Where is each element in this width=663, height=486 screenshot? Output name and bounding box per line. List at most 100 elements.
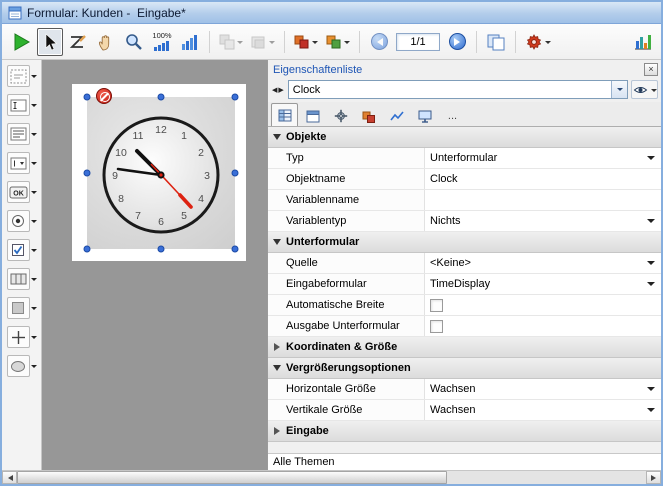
selection-handle[interactable] [84, 94, 91, 101]
label-tool-button[interactable] [7, 65, 30, 87]
group-koordinaten-groesse[interactable]: Koordinaten & Größe [268, 337, 661, 358]
line-tool-button[interactable] [7, 326, 30, 348]
tab-settings[interactable] [327, 105, 354, 126]
settings-menu-button[interactable] [522, 28, 554, 56]
text-editor-tool-button[interactable] [7, 123, 30, 145]
scrollbar-thumb[interactable] [17, 471, 447, 484]
selection-handle[interactable] [232, 246, 239, 253]
pages-button[interactable] [483, 28, 509, 56]
scroll-left-button[interactable] [2, 471, 17, 484]
tab-events[interactable] [383, 105, 410, 126]
property-value: TimeDisplay [430, 278, 490, 290]
radio-button-tool-button[interactable] [7, 210, 30, 232]
chevron-down-icon[interactable] [31, 191, 37, 197]
group-unterformular[interactable]: Unterformular [268, 232, 661, 253]
chevron-down-icon[interactable] [31, 336, 37, 342]
button-group-tool-button[interactable] [7, 268, 30, 290]
selection-handle[interactable] [84, 246, 91, 253]
chevron-down-icon[interactable] [647, 408, 655, 416]
push-button-tool-button[interactable]: OK [7, 181, 30, 203]
frame-tool-button[interactable] [7, 297, 30, 319]
arrow-right-circle-icon [449, 33, 466, 50]
selection-handle[interactable] [158, 246, 165, 253]
row-vertikale-groesse[interactable]: Vertikale Größe Wachsen [268, 400, 661, 421]
pointer-tool-button[interactable] [37, 28, 63, 56]
chevron-down-icon[interactable] [31, 365, 37, 371]
scrollbar-track[interactable] [17, 471, 646, 484]
selection-handle[interactable] [232, 170, 239, 177]
property-value: Wachsen [430, 404, 475, 416]
resize-widgets-button[interactable] [248, 28, 278, 56]
form-sheet[interactable]: 12 1 2 3 4 5 6 7 8 9 10 11 [72, 84, 246, 261]
chevron-down-icon[interactable] [31, 133, 37, 139]
chevron-down-icon[interactable] [31, 104, 37, 110]
tab-widgets[interactable] [355, 105, 382, 126]
chevron-down-icon[interactable] [31, 307, 37, 313]
group-objekte[interactable]: Objekte [268, 127, 661, 148]
scroll-right-button[interactable] [646, 471, 661, 484]
chevron-down-icon[interactable] [647, 261, 655, 269]
chevron-down-icon[interactable] [647, 282, 655, 290]
checkbox[interactable] [430, 299, 443, 312]
previous-object-button[interactable]: ◀ [272, 86, 277, 94]
zoom-level-button[interactable]: 100% [149, 28, 175, 56]
selection-handle[interactable] [158, 94, 165, 101]
object-selector-combobox[interactable]: Clock [288, 80, 628, 99]
toolbar-separator [284, 31, 285, 53]
chevron-down-icon[interactable] [647, 387, 655, 395]
insert-field-menu-button[interactable] [323, 28, 353, 56]
row-variablenname[interactable]: Variablenname [268, 190, 661, 211]
row-typ[interactable]: Typ Unterformular [268, 148, 661, 169]
group-vergroesserungsoptionen[interactable]: Vergrößerungsoptionen [268, 358, 661, 379]
row-ausgabe-unterformular[interactable]: Ausgabe Unterformular [268, 316, 661, 337]
row-objektname[interactable]: Objektname Clock [268, 169, 661, 190]
chevron-down-icon[interactable] [647, 219, 655, 227]
close-button[interactable]: × [644, 63, 658, 76]
line-edit-tool-button[interactable] [7, 94, 30, 116]
tab-properties[interactable] [271, 103, 298, 126]
tab-display[interactable] [411, 105, 438, 126]
property-value: Nichts [430, 215, 461, 227]
tab-data-source[interactable] [299, 105, 326, 126]
collapse-icon [273, 134, 281, 144]
pan-tool-button[interactable] [93, 28, 119, 56]
zoom-fit-button[interactable] [177, 28, 203, 56]
ellipse-tool-button[interactable] [7, 355, 30, 377]
selection-handle[interactable] [232, 94, 239, 101]
chevron-down-icon[interactable] [31, 278, 37, 284]
checkbox-tool-button[interactable] [7, 239, 30, 261]
previous-record-button[interactable] [366, 28, 392, 56]
combo-box-tool-button[interactable] [7, 152, 30, 174]
object-selector-row: ◀ ▶ Clock [268, 79, 661, 102]
report-chart-button[interactable] [630, 28, 656, 56]
clock-subform-widget[interactable]: 12 1 2 3 4 5 6 7 8 9 10 11 [87, 97, 235, 249]
chevron-down-icon[interactable] [31, 220, 37, 226]
visibility-menu-button[interactable] [631, 80, 658, 99]
tab-more[interactable]: ... [439, 105, 466, 126]
selection-handle[interactable] [84, 170, 91, 177]
chevron-down-icon[interactable] [31, 249, 37, 255]
zoom-tool-button[interactable] [121, 28, 147, 56]
next-object-button[interactable]: ▶ [278, 86, 283, 94]
tab-order-button[interactable] [65, 28, 91, 56]
chevron-down-icon[interactable] [647, 156, 655, 164]
combo-dropdown-button[interactable] [611, 81, 627, 98]
align-widgets-button[interactable] [216, 28, 246, 56]
expand-icon [274, 427, 284, 435]
chevron-down-icon[interactable] [31, 75, 37, 81]
insert-object-menu-button[interactable] [291, 28, 321, 56]
row-variablentyp[interactable]: Variablentyp Nichts [268, 211, 661, 232]
row-horizontale-groesse[interactable]: Horizontale Größe Wachsen [268, 379, 661, 400]
row-eingabeformular[interactable]: Eingabeformular TimeDisplay [268, 274, 661, 295]
row-quelle[interactable]: Quelle <Keine> [268, 253, 661, 274]
design-canvas[interactable]: 12 1 2 3 4 5 6 7 8 9 10 11 [42, 60, 267, 470]
chevron-down-icon[interactable] [31, 162, 37, 168]
filter-combobox[interactable]: Alle Themen [268, 453, 661, 470]
checkbox[interactable] [430, 320, 443, 333]
run-form-button[interactable] [7, 28, 35, 56]
next-record-button[interactable] [444, 28, 470, 56]
horizontal-scrollbar [2, 470, 661, 484]
titlebar[interactable]: Formular: Kunden - Eingabe* [2, 2, 661, 24]
row-automatische-breite[interactable]: Automatische Breite [268, 295, 661, 316]
group-eingabe[interactable]: Eingabe [268, 421, 661, 442]
